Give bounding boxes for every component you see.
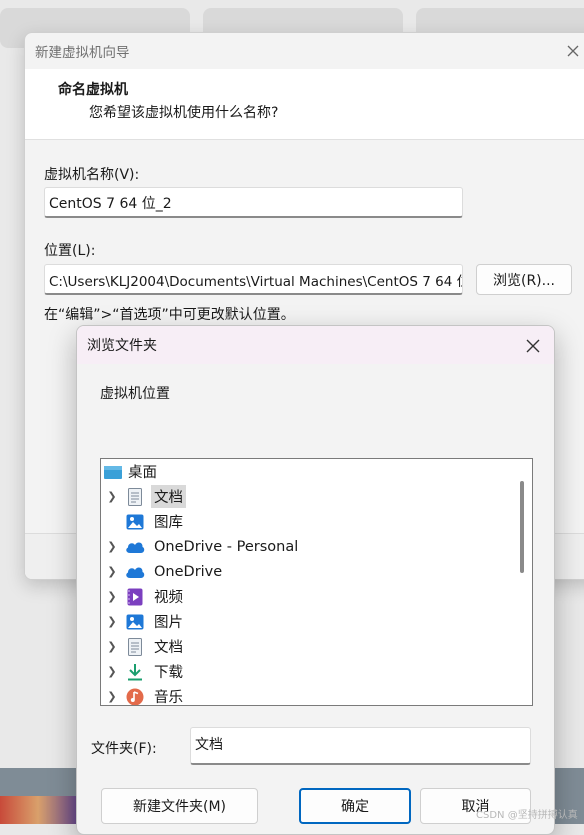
picture-icon [125, 612, 145, 632]
chevron-right-icon[interactable]: ❯ [104, 615, 120, 628]
vm-name-input[interactable]: CentOS 7 64 位_2 [44, 187, 463, 218]
dialog-titlebar: 浏览文件夹 [77, 326, 554, 364]
new-folder-button[interactable]: 新建文件夹(M) [101, 788, 258, 824]
music-icon [125, 687, 145, 705]
chevron-right-icon[interactable]: ❯ [104, 640, 120, 653]
folder-label: 文件夹(F): [91, 741, 157, 757]
tree-item-downloads[interactable]: ❯ 下载 [101, 659, 511, 684]
tree-item-label: OneDrive - Personal [154, 538, 299, 555]
tree-item-videos[interactable]: ❯ 视频 [101, 584, 511, 609]
location-label: 位置(L): [44, 243, 96, 259]
header-subtitle: 您希望该虚拟机使用什么名称? [89, 105, 279, 121]
chevron-right-icon[interactable]: ❯ [104, 490, 120, 503]
ok-button[interactable]: 确定 [299, 788, 411, 824]
chevron-right-icon[interactable]: ❯ [104, 565, 120, 578]
browse-folder-dialog: 浏览文件夹 虚拟机位置 桌面 ❯ 文档 图库 ❯ OneDrive - Pers… [76, 325, 555, 835]
cloud-icon [125, 562, 145, 582]
close-icon [526, 339, 540, 353]
tree-item-music[interactable]: ❯ 音乐 [101, 684, 511, 706]
tree-item-label: 文档 [151, 485, 186, 508]
tree-item-pictures[interactable]: ❯ 图片 [101, 609, 511, 634]
chevron-right-icon[interactable]: ❯ [104, 665, 120, 678]
document-icon [125, 487, 145, 507]
cloud-icon [125, 537, 145, 557]
dialog-title: 浏览文件夹 [87, 338, 157, 354]
tree-item-documents-2[interactable]: ❯ 文档 [101, 634, 511, 659]
chevron-right-icon[interactable]: ❯ [104, 690, 120, 703]
document-icon [125, 637, 145, 657]
wizard-title: 新建虚拟机向导 [35, 45, 130, 61]
folder-input[interactable]: 文档 [190, 727, 531, 765]
tree-item-gallery[interactable]: 图库 [101, 509, 511, 534]
tree-item-documents[interactable]: ❯ 文档 [101, 484, 511, 509]
wizard-close-button[interactable] [561, 39, 584, 63]
close-icon [567, 45, 579, 57]
tree-item-label: OneDrive [154, 563, 223, 580]
gallery-icon [125, 512, 145, 532]
tree-item-onedrive-personal[interactable]: ❯ OneDrive - Personal [101, 534, 511, 559]
tree-scrollbar[interactable] [515, 459, 532, 705]
dialog-description: 虚拟机位置 [100, 386, 170, 402]
tree-item-label: 文档 [154, 640, 183, 656]
vm-name-label: 虚拟机名称(V): [44, 167, 140, 183]
tree-item-label: 音乐 [154, 690, 183, 706]
location-input[interactable]: C:\Users\KLJ2004\Documents\Virtual Machi… [44, 264, 463, 295]
desktop-icon [103, 462, 123, 482]
header-title: 命名虚拟机 [58, 82, 128, 98]
wizard-titlebar: 新建虚拟机向导 [25, 33, 584, 69]
dialog-close-button[interactable] [521, 334, 545, 358]
chevron-right-icon[interactable]: ❯ [104, 590, 120, 603]
tree-item-label: 图库 [154, 515, 183, 531]
tree-item-label: 图片 [154, 615, 183, 631]
tree-item-label: 桌面 [128, 465, 157, 481]
browse-button[interactable]: 浏览(R)... [476, 264, 572, 295]
download-icon [125, 662, 145, 682]
default-location-hint: 在“编辑”>“首选项”中可更改默认位置。 [44, 307, 295, 323]
wizard-header: 命名虚拟机 您希望该虚拟机使用什么名称? [25, 69, 584, 139]
background-thumbnail [0, 796, 76, 824]
tree-item-label: 下载 [154, 665, 183, 681]
watermark: CSDN @坚持拼搏认真 [476, 810, 578, 821]
folder-tree[interactable]: 桌面 ❯ 文档 图库 ❯ OneDrive - Personal ❯ OneDr… [100, 458, 533, 706]
tree-item-desktop[interactable]: 桌面 [101, 459, 511, 484]
tree-item-onedrive[interactable]: ❯ OneDrive [101, 559, 511, 584]
scrollbar-thumb[interactable] [520, 481, 524, 573]
tree-item-label: 视频 [154, 590, 183, 606]
chevron-right-icon[interactable]: ❯ [104, 540, 120, 553]
video-icon [125, 587, 145, 607]
